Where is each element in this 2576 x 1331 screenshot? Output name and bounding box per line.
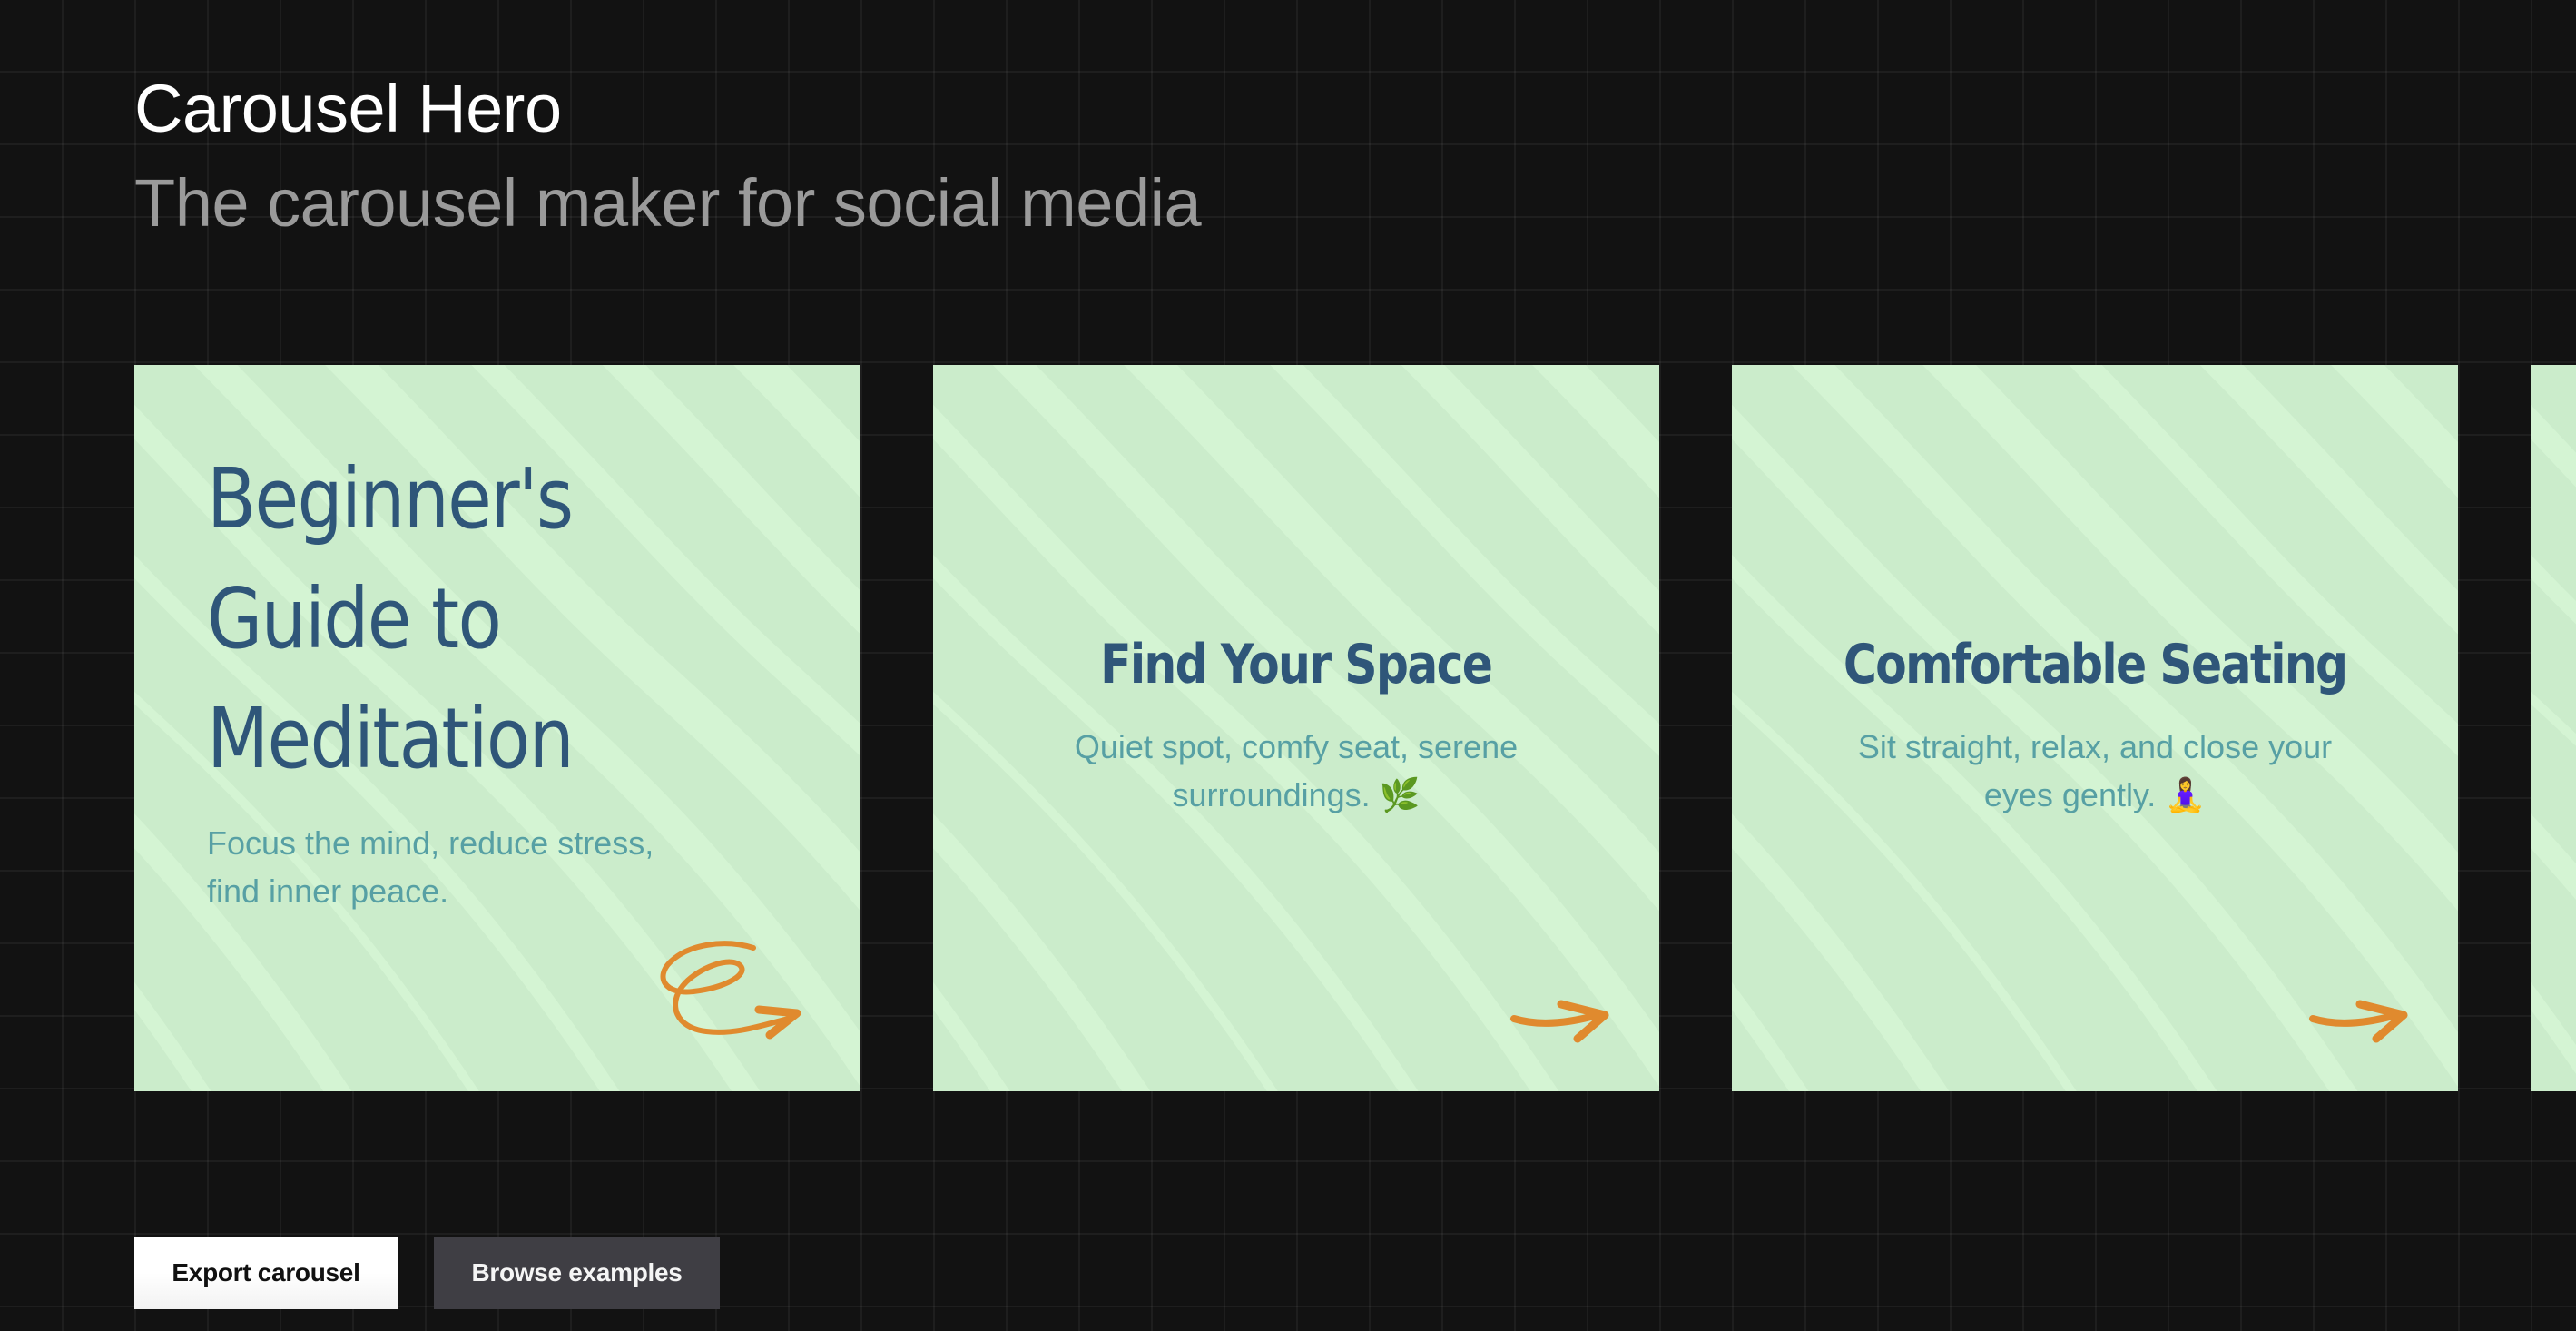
browse-examples-button[interactable]: Browse examples bbox=[434, 1237, 720, 1309]
carousel-slide-3[interactable]: Comfortable Seating Sit straight, relax,… bbox=[1732, 365, 2458, 1091]
slide-body: Focus the mind, reduce stress, find inne… bbox=[207, 824, 654, 910]
carousel-slide-2[interactable]: Find Your Space Quiet spot, comfy seat, … bbox=[933, 365, 1659, 1091]
page-title: Carousel Hero bbox=[134, 71, 562, 146]
slide-ripple-background bbox=[2531, 365, 2576, 1091]
page-subtitle: The carousel maker for social media bbox=[134, 165, 1202, 241]
slide-body: Sit straight, relax, and close your eyes… bbox=[1857, 728, 2333, 813]
slide-title: Find Your Space bbox=[1100, 633, 1493, 696]
carousel-track: Beginner's Guide to Meditation Focus the… bbox=[134, 365, 2576, 1091]
arrow-right-icon bbox=[1510, 1000, 1609, 1043]
carousel-slide-1[interactable]: Beginner's Guide to Meditation Focus the… bbox=[134, 365, 860, 1091]
export-carousel-button[interactable]: Export carousel bbox=[134, 1237, 398, 1309]
slide-content: Comfortable Seating Sit straight, relax,… bbox=[1732, 365, 2458, 1091]
slide-content: Find Your Space Quiet spot, comfy seat, … bbox=[933, 365, 1659, 1091]
slide-title: Beginner's Guide to Meditation bbox=[207, 450, 575, 787]
slide-title: Comfortable Seating bbox=[1843, 633, 2348, 696]
arrow-right-icon bbox=[2309, 1000, 2408, 1043]
hero-header: Carousel Hero The carousel maker for soc… bbox=[134, 62, 1202, 251]
slide-body: Quiet spot, comfy seat, serene surroundi… bbox=[1074, 728, 1519, 813]
carousel-slide-4[interactable] bbox=[2531, 365, 2576, 1091]
action-bar: Export carousel Browse examples bbox=[134, 1237, 720, 1309]
curly-arrow-right-icon bbox=[660, 941, 801, 1040]
carousel-preview[interactable]: Beginner's Guide to Meditation Focus the… bbox=[134, 365, 2576, 1091]
